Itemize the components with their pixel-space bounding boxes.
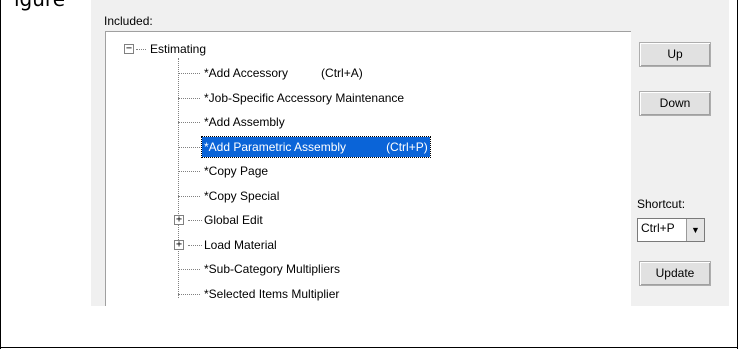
tree-item-label: *Selected Items Multiplier [202,284,341,304]
document-border-right [737,0,738,349]
included-label: Included: [104,14,153,28]
expand-icon[interactable]: + [174,239,184,250]
tree-item-label: *Add Assembly [202,112,287,132]
tree-connector [178,73,200,74]
tree-item-text: Global Edit [204,213,263,227]
document-partial-text: igure [14,0,65,11]
tree-connector [178,146,200,148]
tree-item-label: *Copy Page [202,161,270,181]
tree-item-text: *Add Assembly [204,115,285,129]
tree-item-text: *Selected Items Multiplier [204,286,340,301]
tree-item-text: *Add Parametric Assembly [204,139,347,154]
tree-root-label: Estimating [150,42,207,56]
document-border-left [0,0,1,349]
tree-item-label: Load Material [202,235,279,255]
shortcut-value: Ctrl+P [641,221,675,235]
tree-item-text: *Copy Special [204,188,280,203]
tree-item-shortcut: (Ctrl+P) [386,139,428,154]
tree-item-text: *Sub-Category Multipliers [204,262,341,276]
document-border-bottom [0,347,738,348]
tree-connector [188,244,202,246]
included-tree[interactable]: − Estimating *Add Accessory (Ctrl+A) *Job-… [105,31,631,306]
dialog: Included: − Estimating *Add Accessory (Ct… [91,0,729,306]
tree-connector [178,293,200,295]
tree-connector [188,220,202,221]
tree-connector [178,122,200,123]
expand-icon[interactable]: + [174,215,184,225]
update-button[interactable]: Update [639,261,711,286]
tree-item-text: *Add Accessory [204,66,289,80]
down-button[interactable]: Down [639,91,711,116]
tree-connector [178,269,200,270]
tree-item-text: *Copy Page [204,164,269,178]
tree-vertical-line [178,58,179,298]
tree-item-label: *Add Accessory (Ctrl+A) [202,63,365,83]
tree-item-text: Load Material [204,237,277,252]
tree-item-label: *Sub-Category Multipliers [202,259,342,279]
shortcut-select[interactable]: Ctrl+P ▼ [637,218,705,242]
tree-connector [178,171,200,172]
tree-connector [178,97,200,99]
tree-item-label: Global Edit [202,210,265,230]
tree-item-text: *Job-Specific Accessory Maintenance [204,90,405,105]
tree-connector [178,195,200,197]
tree-item-label: *Job-Specific Accessory Maintenance [202,88,406,108]
shortcut-label: Shortcut: [637,197,686,211]
tree-item-label: *Add Parametric Assembly (Ctrl+P) [201,135,431,158]
chevron-down-icon[interactable]: ▼ [686,219,704,241]
tree-item-label: *Copy Special [202,186,281,206]
up-button[interactable]: Up [639,42,711,67]
tree-item-shortcut: (Ctrl+A) [321,66,363,80]
collapse-icon[interactable]: − [124,44,134,54]
